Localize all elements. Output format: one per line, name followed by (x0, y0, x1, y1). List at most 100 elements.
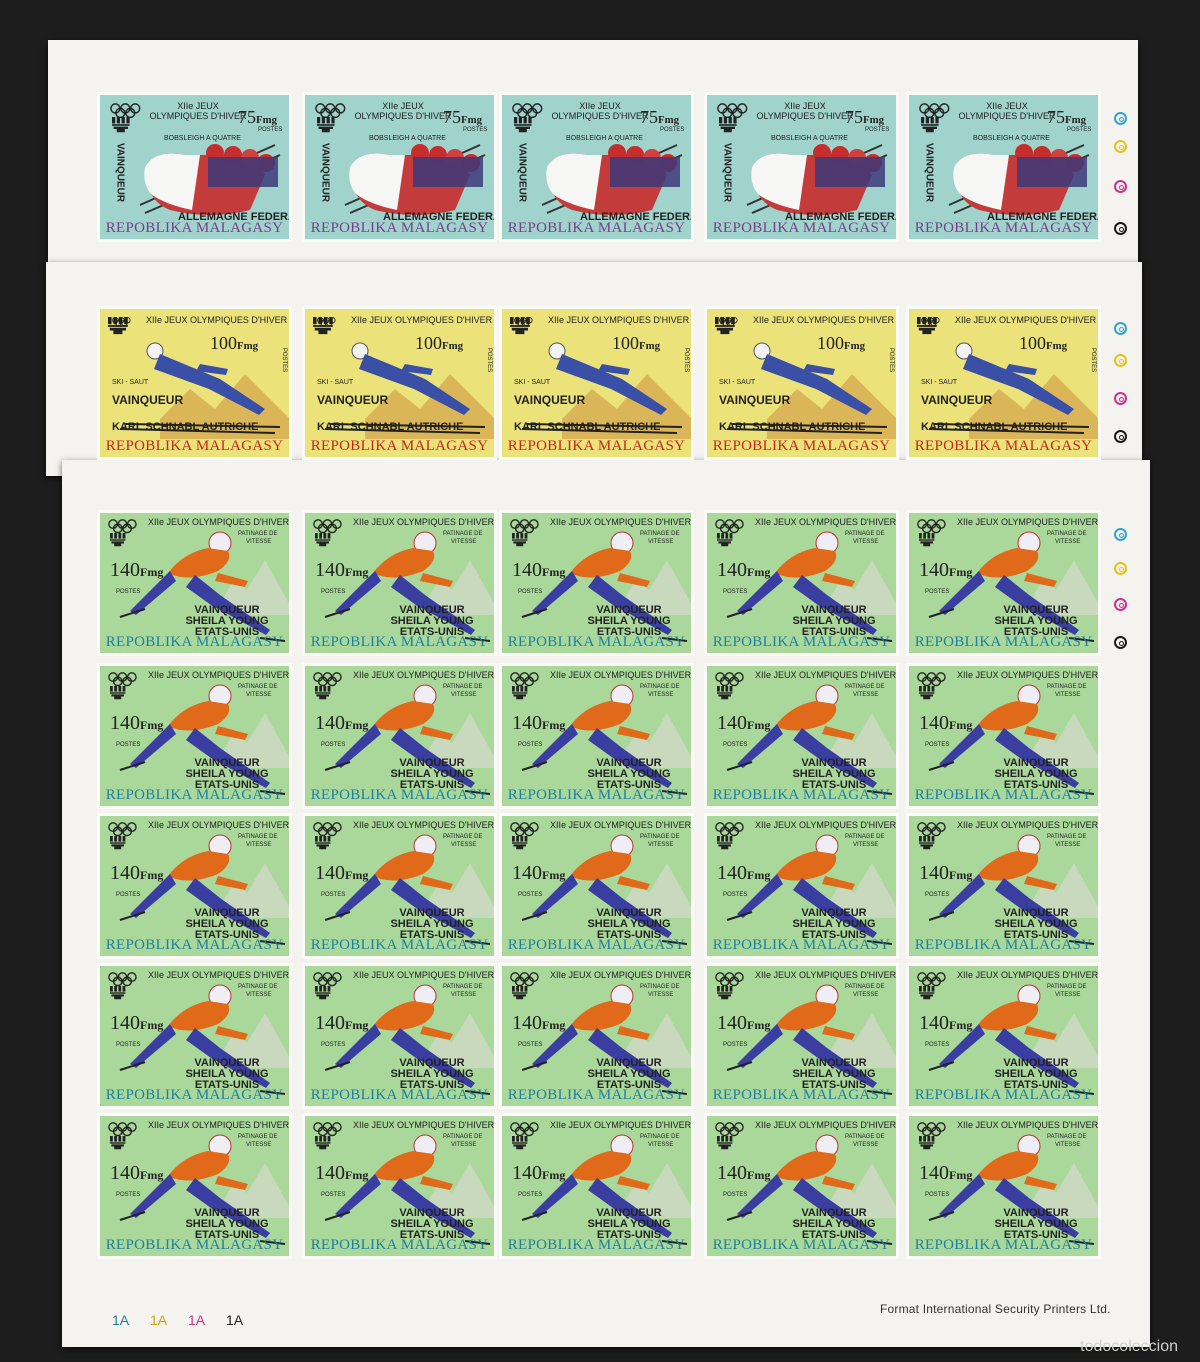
value-currency: Fmg (345, 868, 369, 882)
stamp-event-line1: PATINAGE DE (845, 1134, 885, 1140)
stamp-title: XIIe JEUX OLYMPIQUES D'HIVER (957, 970, 1099, 980)
stamp-title: XIIe JEUX OLYMPIQUES D'HIVER (550, 670, 692, 680)
value-currency: Fmg (949, 718, 973, 732)
value-number: 140 (512, 559, 542, 581)
value-currency: Fmg (1046, 340, 1067, 352)
overprint-winner: KARL SCHNABL AUTRICHE (112, 421, 259, 433)
value-number: 75 (640, 107, 658, 127)
stamp-title: XIIe JEUX OLYMPIQUES D'HIVER (354, 101, 452, 121)
value-number: 140 (110, 559, 140, 581)
stamp-value: 140Fmg (717, 712, 770, 735)
stamp-title: XIIe JEUX OLYMPIQUES D'HIVER (958, 101, 1056, 121)
speed-skating-stamp: XIIe JEUX OLYMPIQUES D'HIVER 140Fmg POSTES… (704, 663, 899, 809)
stamp-country: REPOBLIKA MALAGASY (712, 1087, 891, 1103)
stamp-title: XIIe JEUX OLYMPIQUES D'HIVER (148, 1120, 290, 1130)
stamp-title: XIIe JEUX OLYMPIQUES D'HIVER (955, 315, 1097, 325)
value-currency: Fmg (542, 718, 566, 732)
stamp-value: 140Fmg (512, 862, 565, 885)
stamp-event-line1: PATINAGE DE (443, 684, 483, 690)
stamp-value: 140Fmg (717, 559, 770, 582)
stamp-country: REPOBLIKA MALAGASY (914, 1237, 1093, 1253)
innsbruck-emblem-icon (512, 686, 528, 700)
stamp-country: REPOBLIKA MALAGASY (507, 937, 686, 953)
speed-skating-stamp: XIIe JEUX OLYMPIQUES D'HIVER 140Fmg POSTES… (704, 963, 899, 1109)
stamp-value: 100Fmg (612, 333, 660, 354)
value-number: 140 (315, 559, 345, 581)
value-currency: Fmg (345, 1168, 369, 1182)
innsbruck-emblem-icon (919, 533, 935, 547)
speed-skating-stamp: XIIe JEUX OLYMPIQUES D'HIVER 140Fmg POSTES… (97, 1113, 292, 1259)
speed-skating-stamp: XIIe JEUX OLYMPIQUES D'HIVER 140Fmg POSTES… (906, 663, 1101, 809)
stamp-value: 140Fmg (110, 559, 163, 582)
overprint-vainqueur: VAINQUEUR (114, 142, 126, 203)
value-number: 140 (512, 712, 542, 734)
stamp-title: XIIe JEUX OLYMPIQUES D'HIVER (353, 517, 495, 527)
olympic-rings-icon (715, 822, 744, 837)
overprint-vainqueur: VAINQUEUR (923, 142, 935, 203)
olympic-rings-icon (510, 519, 539, 534)
printer-imprint: Format International Security Printers L… (880, 1302, 1111, 1316)
value-number: 140 (919, 862, 949, 884)
speed-skating-stamp: XIIe JEUX OLYMPIQUES D'HIVER 140Fmg POSTES… (906, 1113, 1101, 1259)
stamp-postes: POSTES (723, 892, 748, 898)
stamp-country: REPOBLIKA MALAGASY (310, 937, 489, 953)
stamp-country: REPOBLIKA MALAGASY (712, 438, 891, 454)
value-currency: Fmg (140, 565, 164, 579)
stamp-event-line1: PATINAGE DE (640, 684, 680, 690)
olympic-rings-icon (313, 1122, 342, 1137)
stamp-title: XIIe JEUX OLYMPIQUES D'HIVER (755, 820, 897, 830)
stamp-event-line2: VITESSE (451, 992, 477, 998)
registration-mark-icon (1114, 112, 1127, 125)
stamp-country: REPOBLIKA MALAGASY (105, 1087, 284, 1103)
stamp-country: REPOBLIKA MALAGASY (507, 438, 686, 454)
stamp-postes: POSTES (463, 127, 488, 133)
value-number: 140 (717, 862, 747, 884)
stamp-event-line1: PATINAGE DE (238, 1134, 278, 1140)
olympic-rings-icon (510, 822, 539, 837)
overprint-winner: KARL SCHNABL AUTRICHE (514, 421, 661, 433)
overprint-vainqueur: VAINQUEUR (719, 393, 791, 407)
stamp-event-line1: PATINAGE DE (443, 834, 483, 840)
bobsleigh-icon (344, 144, 486, 215)
stamp-event-line1: PATINAGE DE (845, 834, 885, 840)
stamp-postes: POSTES (888, 347, 895, 373)
stamp-title: XIIe JEUX OLYMPIQUES D'HIVER (353, 970, 495, 980)
registration-mark-icon (1114, 562, 1127, 575)
stamp-postes: POSTES (925, 1042, 950, 1048)
innsbruck-emblem-icon (919, 686, 935, 700)
value-number: 140 (919, 559, 949, 581)
stamp-postes: POSTES (723, 589, 748, 595)
stamp-title: XIIe JEUX OLYMPIQUES D'HIVER (148, 970, 290, 980)
innsbruck-emblem-icon (919, 1136, 935, 1150)
speed-skating-stamp: XIIe JEUX OLYMPIQUES D'HIVER 140Fmg POSTES… (97, 663, 292, 809)
innsbruck-emblem-icon (717, 986, 733, 1000)
innsbruck-emblem-icon (315, 686, 331, 700)
stamp-title: XIIe JEUX OLYMPIQUES D'HIVER (550, 1120, 692, 1130)
stamp-title: XIIe JEUX OLYMPIQUES D'HIVER (756, 101, 854, 121)
stamp-postes: POSTES (321, 892, 346, 898)
olympic-rings-icon (315, 103, 346, 119)
stamp-event-line2: VITESSE (451, 539, 477, 545)
bobsleigh-stamp: XIIe JEUX OLYMPIQUES D'HIVER 75Fmg POSTES B… (906, 92, 1101, 242)
stamp-title: XIIe JEUX OLYMPIQUES D'HIVER (148, 670, 290, 680)
stamp-value: 100Fmg (415, 333, 463, 354)
olympic-rings-icon (108, 672, 137, 687)
value-number: 140 (512, 1162, 542, 1184)
ski-jump-stamp: XIIe JEUX OLYMPIQUES D'HIVER 100Fmg POSTES… (499, 306, 694, 460)
speed-skating-stamp: XIIe JEUX OLYMPIQUES D'HIVER 140Fmg POSTES… (704, 1113, 899, 1259)
ski-jump-stamp: XIIe JEUX OLYMPIQUES D'HIVER 100Fmg POSTES… (704, 306, 899, 460)
value-currency: Fmg (639, 340, 660, 352)
stamp-event-line2: VITESSE (1055, 1142, 1081, 1148)
stamp-country: REPOBLIKA MALAGASY (712, 634, 891, 650)
speed-skating-stamp: XIIe JEUX OLYMPIQUES D'HIVER 140Fmg POSTES… (97, 510, 292, 656)
speed-skating-stamp: XIIe JEUX OLYMPIQUES D'HIVER 140Fmg POSTES… (906, 510, 1101, 656)
innsbruck-emblem-icon (919, 836, 935, 850)
stamp-value: 140Fmg (717, 1162, 770, 1185)
value-currency: Fmg (658, 114, 679, 126)
stamp-event-line2: VITESSE (853, 539, 879, 545)
stamp-title: XIIe JEUX OLYMPIQUES D'HIVER (146, 315, 288, 325)
stamp-country: REPOBLIKA MALAGASY (105, 220, 284, 236)
stamp-postes: POSTES (518, 1192, 543, 1198)
stamp-title: XIIe JEUX OLYMPIQUES D'HIVER (353, 670, 495, 680)
stamp-event-line2: VITESSE (246, 692, 272, 698)
